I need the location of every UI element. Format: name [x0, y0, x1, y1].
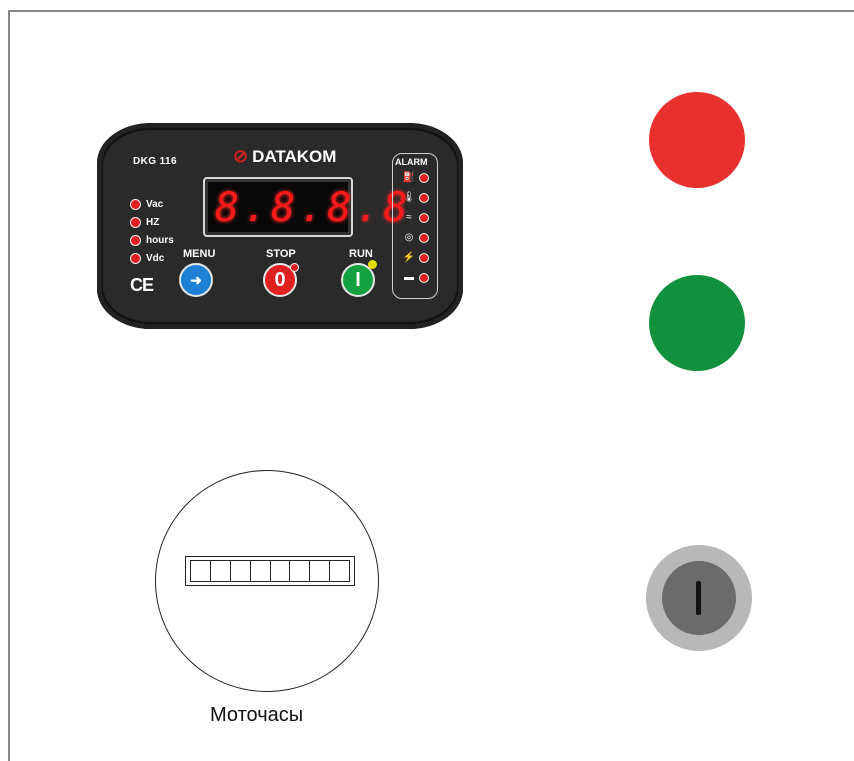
display-digits: 8.8.8.8 — [215, 185, 412, 231]
alarm-panel: ALARM ⛽ 🌡 ≈ ◎ ⚡ ▬ — [392, 153, 438, 299]
run-indicator — [368, 260, 377, 269]
alarm-led-charge — [419, 252, 429, 263]
counter-digit-cell — [251, 561, 271, 581]
brand-mark-icon: ⊘ — [233, 146, 249, 166]
key-switch-knob[interactable] — [662, 561, 736, 635]
alarm-led-speed — [419, 232, 429, 243]
temperature-icon: 🌡 — [402, 192, 416, 203]
led-row-vdc: Vdc — [130, 249, 174, 267]
key-switch[interactable] — [646, 545, 752, 651]
run-label: RUN — [349, 248, 373, 260]
menu-button[interactable]: ➜ — [179, 263, 213, 297]
counter-digit-cell — [271, 561, 291, 581]
led-hz — [130, 216, 141, 228]
hour-meter — [155, 470, 379, 692]
alarm-row-fuel: ▬ — [399, 272, 429, 283]
menu-label: MENU — [183, 248, 216, 260]
alarm-row-charge: ⚡ — [399, 252, 429, 263]
led-row-hours: hours — [130, 231, 174, 249]
alarm-title: ALARM — [395, 157, 428, 167]
datakom-controller: DKG 116 ⊘ DATAKOM 8.8.8.8 Vac HZ hours Vd… — [97, 123, 463, 329]
led-hours — [130, 234, 141, 246]
fuel-icon: ▬ — [404, 272, 414, 283]
counter-digit-cell — [330, 561, 349, 581]
alarm-row-oil: ⛽ — [399, 172, 429, 183]
led-label-hz: HZ — [146, 216, 160, 228]
stop-indicator — [290, 263, 299, 272]
red-indicator-lamp — [649, 92, 745, 188]
ce-mark: CE — [130, 275, 154, 295]
counter-digit-cell — [290, 561, 311, 581]
hour-counter — [185, 556, 355, 586]
oil-pressure-icon: ⛽ — [402, 172, 416, 183]
led-row-vac: Vac — [130, 195, 174, 213]
led-vdc — [130, 252, 141, 264]
led-label-vac: Vac — [146, 198, 164, 210]
led-vac — [130, 198, 141, 210]
controller-face: DKG 116 ⊘ DATAKOM 8.8.8.8 Vac HZ hours Vd… — [103, 130, 457, 322]
green-indicator-lamp — [649, 275, 745, 371]
alarm-row-coolant: ≈ — [399, 212, 429, 223]
counter-cells — [190, 560, 350, 582]
alarm-led-temp — [419, 192, 429, 203]
model-label: DKG 116 — [133, 156, 177, 167]
brand-logo: ⊘ DATAKOM — [233, 146, 336, 167]
coolant-level-icon: ≈ — [406, 212, 412, 223]
counter-digit-cell — [211, 561, 231, 581]
alarm-row-temp: 🌡 — [399, 192, 429, 203]
counter-digit-cell — [310, 561, 331, 581]
overspeed-icon: ◎ — [404, 232, 414, 243]
alarm-led-fuel — [419, 272, 429, 283]
segment-display: 8.8.8.8 — [203, 177, 408, 237]
alarm-led-oil — [419, 172, 429, 183]
counter-digit-cell — [231, 561, 251, 581]
hour-meter-label: Моточасы — [210, 704, 304, 726]
counter-digit-cell — [191, 561, 211, 581]
key-switch-indicator — [696, 581, 701, 615]
alarm-row-speed: ◎ — [399, 232, 429, 243]
alarm-led-coolant — [419, 212, 429, 223]
led-row-hz: HZ — [130, 213, 174, 231]
brand-name: DATAKOM — [252, 147, 337, 166]
measurement-leds: Vac HZ hours Vdc — [130, 195, 174, 267]
menu-icon: ➜ — [190, 271, 202, 288]
led-label-hours: hours — [146, 234, 174, 246]
led-label-vdc: Vdc — [146, 252, 165, 264]
stop-label: STOP — [266, 248, 296, 260]
charge-icon: ⚡ — [402, 252, 416, 263]
